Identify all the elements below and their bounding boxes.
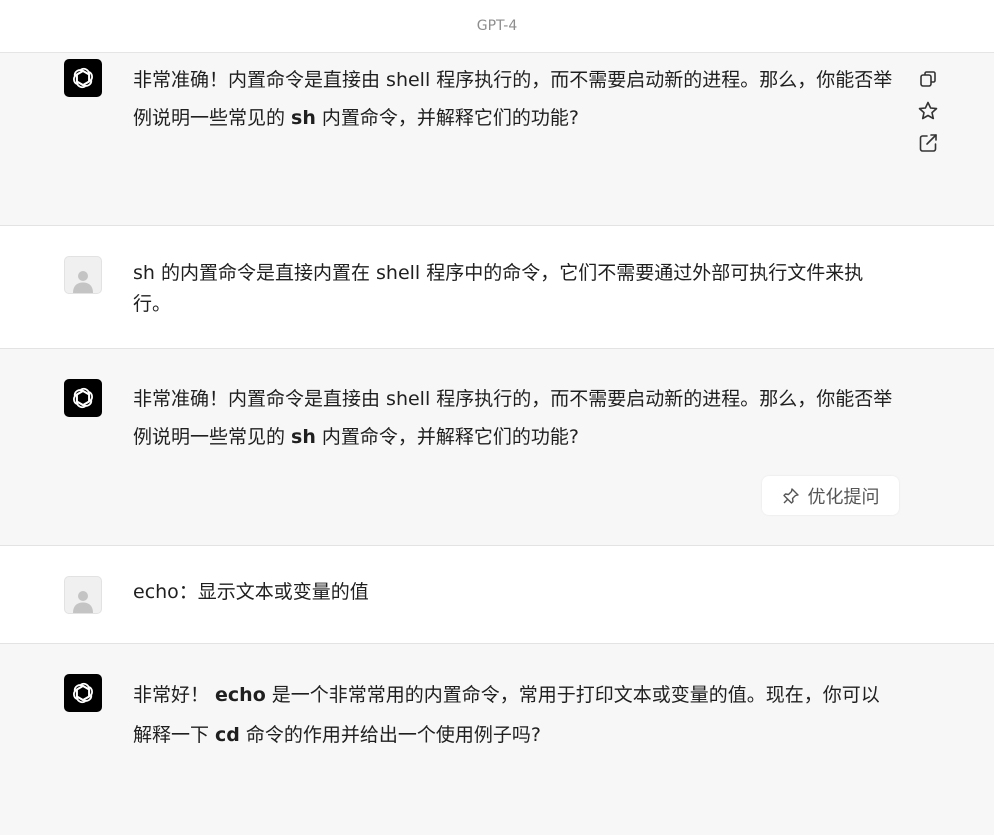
inline-code: sh <box>291 426 316 448</box>
share-icon[interactable] <box>916 131 940 155</box>
openai-logo-icon <box>64 379 102 417</box>
openai-logo-icon <box>64 674 102 712</box>
pin-icon <box>782 487 799 504</box>
conversation-header: GPT-4 <box>0 0 994 53</box>
openai-logo-icon <box>64 59 102 97</box>
optimize-question-button[interactable]: 优化提问 <box>762 476 899 515</box>
model-title: GPT-4 <box>476 18 518 34</box>
assistant-message: 非常好！ echo 是一个非常常用的内置命令，常用于打印文本或变量的值。现在，你可以… <box>0 644 994 835</box>
inline-code: cd <box>215 724 240 746</box>
assistant-message: 非常准确！内置命令是直接由 shell 程序执行的，而不需要启动新的进程。那么，… <box>0 53 994 226</box>
assistant-message-text: 非常准确！内置命令是直接由 shell 程序执行的，而不需要启动新的进程。那么，… <box>133 388 893 448</box>
user-message-text: sh 的内置命令是直接内置在 shell 程序中的命令，它们不需要通过外部可执行… <box>133 262 864 315</box>
user-message: echo：显示文本或变量的值 <box>0 546 994 644</box>
message-actions <box>916 67 940 155</box>
assistant-message: 非常准确！内置命令是直接由 shell 程序执行的，而不需要启动新的进程。那么，… <box>0 349 994 546</box>
optimize-question-label: 优化提问 <box>807 486 880 508</box>
user-avatar-icon <box>64 256 102 294</box>
copy-icon[interactable] <box>916 67 940 91</box>
star-icon[interactable] <box>916 99 940 123</box>
user-message: sh 的内置命令是直接内置在 shell 程序中的命令，它们不需要通过外部可执行… <box>0 226 994 349</box>
user-avatar-icon <box>64 576 102 614</box>
inline-code: sh <box>291 107 316 129</box>
user-message-text: echo：显示文本或变量的值 <box>133 581 369 603</box>
assistant-message-text: 非常好！ echo 是一个非常常用的内置命令，常用于打印文本或变量的值。现在，你可以… <box>133 684 880 746</box>
assistant-message-text: 非常准确！内置命令是直接由 shell 程序执行的，而不需要启动新的进程。那么，… <box>133 69 893 129</box>
inline-code: echo <box>215 684 266 706</box>
